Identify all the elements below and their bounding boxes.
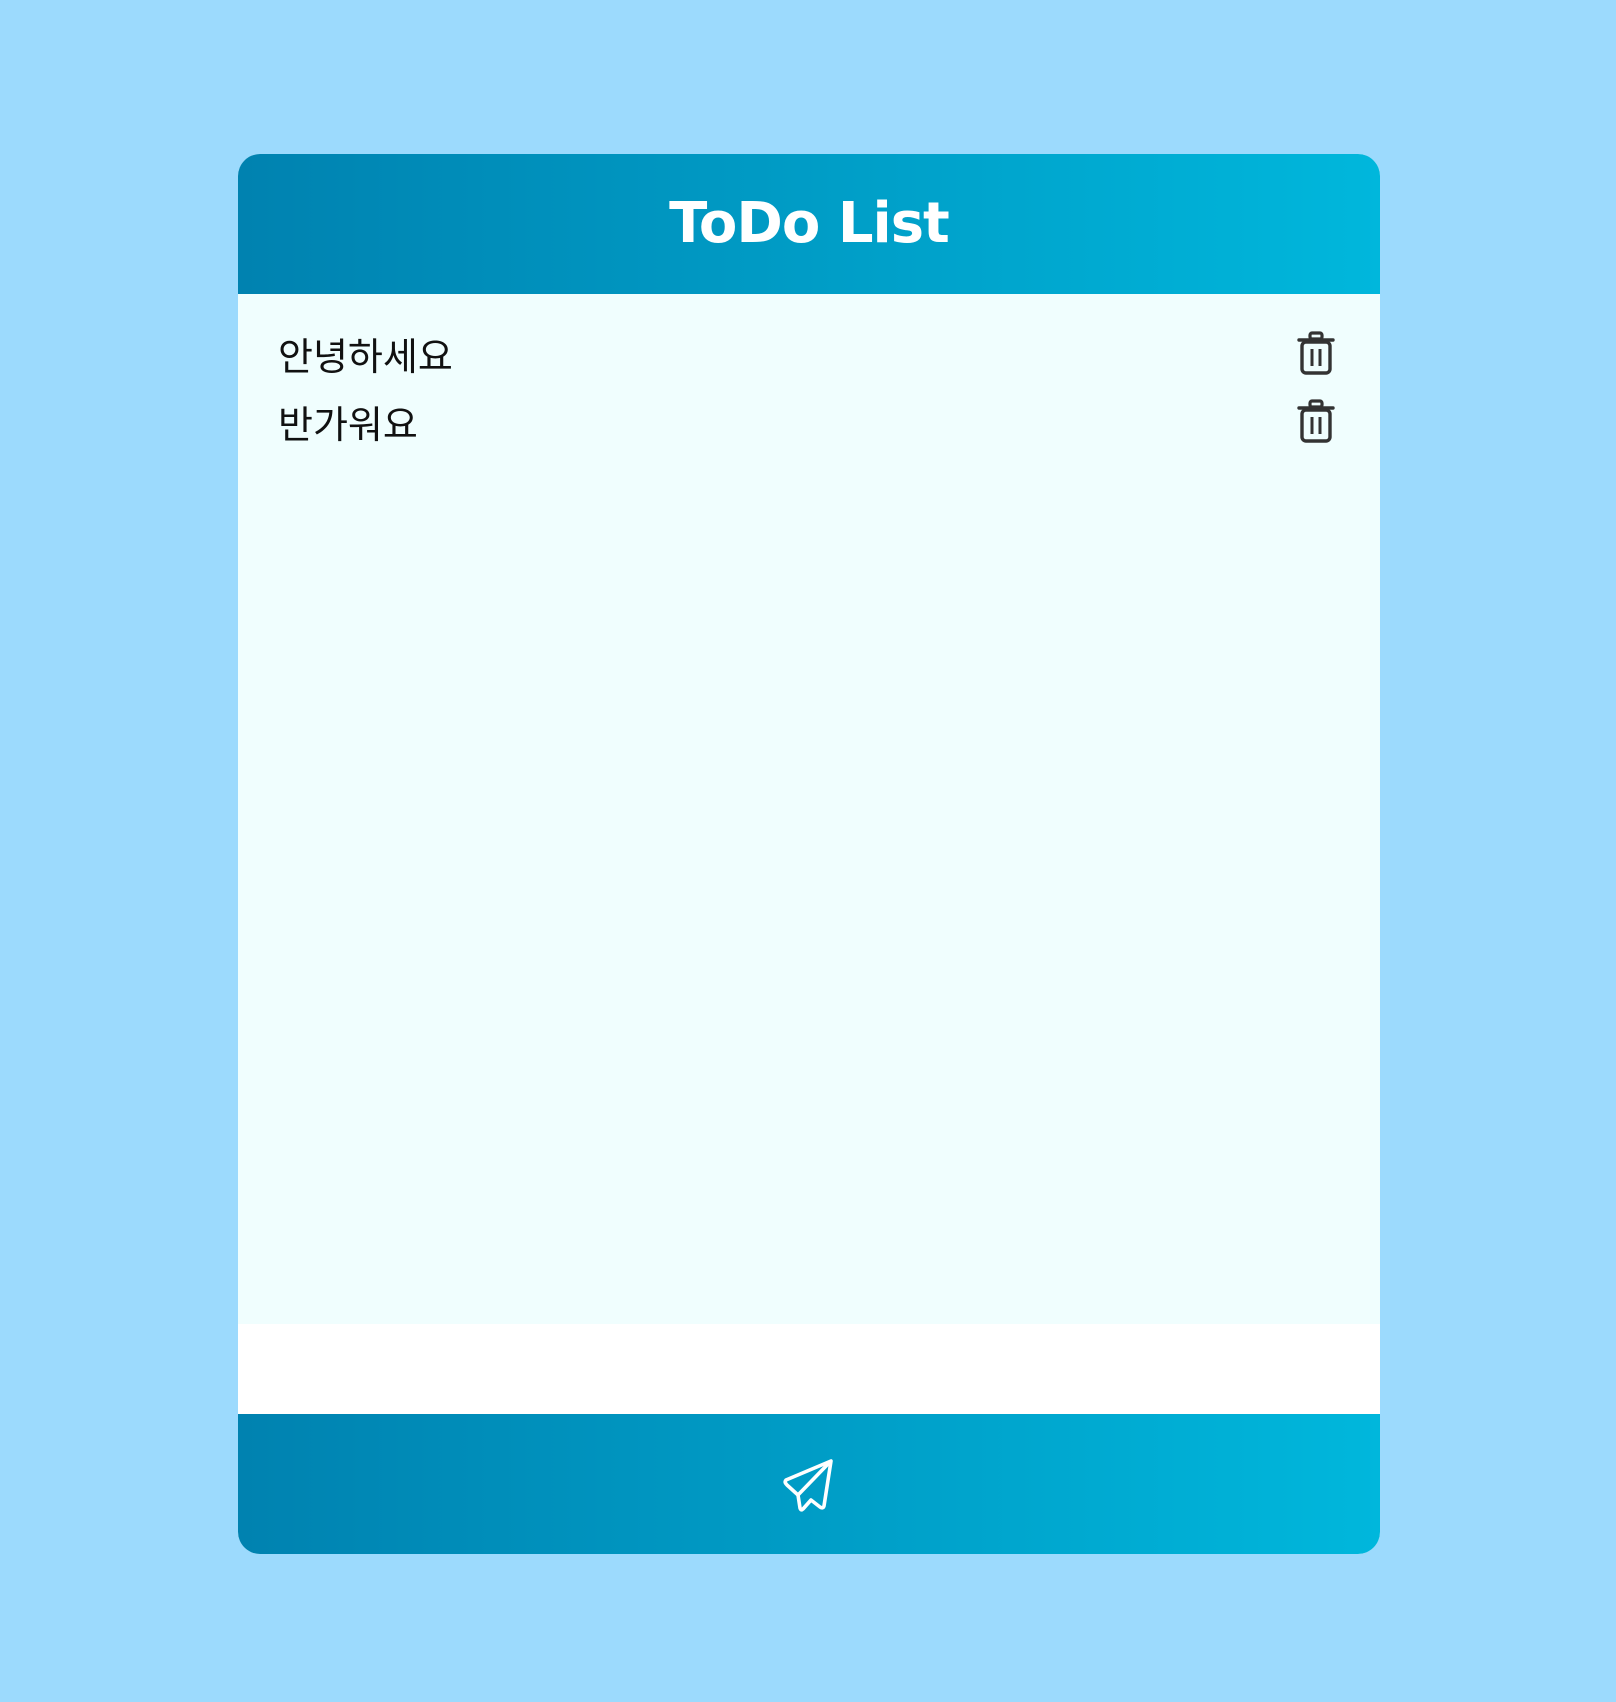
todo-item: 반가워요 — [278, 394, 1340, 448]
trash-icon — [1297, 399, 1335, 443]
todo-item-text: 안녕하세요 — [278, 334, 453, 379]
delete-button[interactable] — [1292, 326, 1340, 380]
todo-item-text: 반가워요 — [278, 402, 418, 447]
todo-app-card: ToDo List 안녕하세요 반가워요 — [238, 154, 1380, 1554]
todo-content-area: 안녕하세요 반가워요 — [238, 294, 1380, 1478]
todo-list: 안녕하세요 반가워요 — [238, 294, 1380, 1324]
todo-item: 안녕하세요 — [278, 326, 1340, 380]
input-spacer — [238, 1324, 1380, 1414]
send-button[interactable] — [774, 1449, 844, 1519]
app-footer — [238, 1414, 1380, 1554]
trash-icon — [1297, 331, 1335, 375]
paper-plane-send-icon — [783, 1459, 833, 1512]
app-header: ToDo List — [238, 154, 1380, 294]
delete-button[interactable] — [1292, 394, 1340, 448]
page-title: ToDo List — [669, 190, 950, 256]
